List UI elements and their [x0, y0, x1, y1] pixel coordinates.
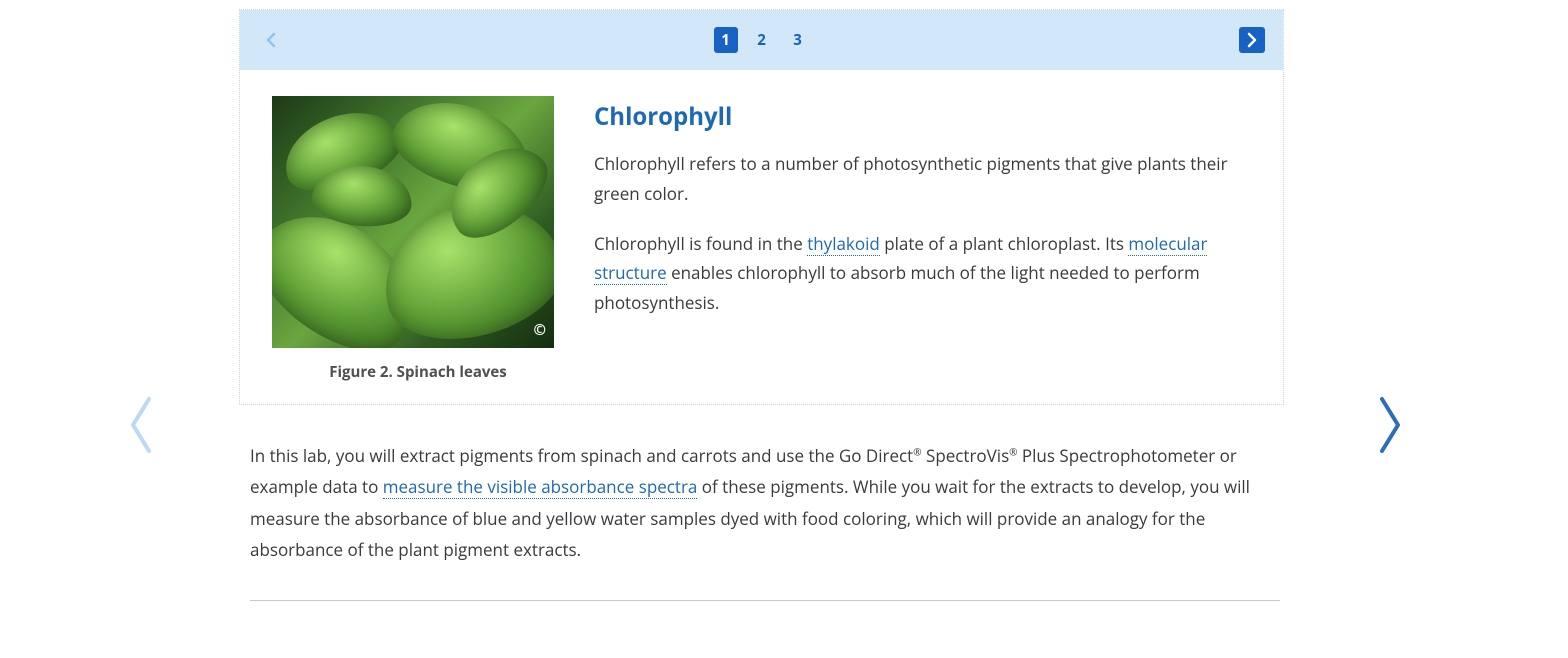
- card-prev-button[interactable]: [258, 27, 284, 53]
- figure-column: © Figure 2. Spinach leaves: [272, 96, 564, 382]
- card-paragraph-1: Chlorophyll refers to a number of photos…: [594, 149, 1251, 209]
- copyright-icon: ©: [534, 320, 546, 340]
- page-prev-arrow[interactable]: [125, 395, 157, 460]
- lab-intro-paragraph: In this lab, you will extract pigments f…: [250, 440, 1280, 566]
- card-pager-bar: 1 2 3: [240, 10, 1283, 70]
- figure-image-spinach: ©: [272, 96, 554, 348]
- para2-text-b: plate of a plant chloroplast. Its: [880, 232, 1129, 255]
- card-next-button[interactable]: [1239, 27, 1265, 53]
- below-seg-1: In this lab, you will extract pigments f…: [250, 444, 913, 467]
- term-link-thylakoid[interactable]: thylakoid: [807, 232, 880, 256]
- below-seg-2: SpectroVis: [922, 444, 1010, 467]
- pager-page-3[interactable]: 3: [786, 27, 810, 53]
- card-title: Chlorophyll: [594, 100, 1251, 133]
- page-next-arrow[interactable]: [1374, 395, 1406, 460]
- section-divider: [250, 600, 1280, 601]
- term-link-measure-spectra[interactable]: measure the visible absorbance spectra: [383, 475, 698, 499]
- card-body: © Figure 2. Spinach leaves Chlorophyll C…: [240, 70, 1283, 404]
- card-pager: 1 2 3: [714, 27, 810, 53]
- pager-page-2[interactable]: 2: [750, 27, 774, 53]
- info-card: 1 2 3 © Figure 2. Spinach leaves Chlorop…: [239, 9, 1284, 405]
- pager-page-1[interactable]: 1: [714, 27, 738, 53]
- content-column: Chlorophyll Chlorophyll refers to a numb…: [594, 96, 1251, 382]
- card-paragraph-2: Chlorophyll is found in the thylakoid pl…: [594, 229, 1251, 318]
- para2-text-a: Chlorophyll is found in the: [594, 232, 807, 255]
- registered-mark-1: ®: [913, 444, 921, 458]
- registered-mark-2: ®: [1009, 444, 1017, 458]
- figure-caption: Figure 2. Spinach leaves: [272, 362, 564, 382]
- para2-text-c: enables chlorophyll to absorb much of th…: [594, 261, 1200, 314]
